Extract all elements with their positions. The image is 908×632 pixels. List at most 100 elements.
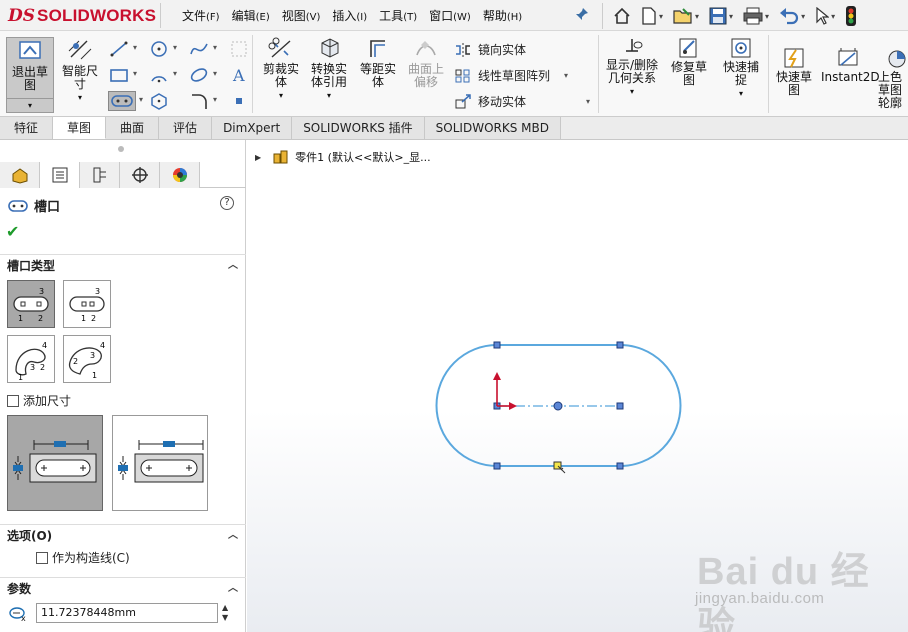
smart-dimension-button[interactable]: 智能尺寸 ▾	[58, 37, 102, 102]
tab-evaluate[interactable]: 评估	[159, 117, 213, 139]
options-section-header[interactable]: 选项(O) ︿	[0, 524, 246, 546]
centerpoint-arc-slot-option[interactable]: 4 2 3 1	[63, 335, 111, 383]
ok-check-icon[interactable]: ✔	[6, 222, 19, 241]
tab-dimxpert-manager[interactable]	[120, 162, 160, 188]
slot-center-handle[interactable]	[616, 402, 624, 410]
fillet-tool-icon[interactable]	[188, 91, 210, 111]
slot-type-section-header[interactable]: 槽口类型 ︿	[0, 254, 246, 276]
circle-tool-icon[interactable]	[148, 39, 170, 59]
chevron-down-icon[interactable]: ▾	[213, 69, 217, 78]
shade-sketch-contours-button[interactable]: 上色草图轮廓	[878, 47, 908, 113]
quick-snaps-button[interactable]: 快速捕捉 ▾	[718, 37, 764, 113]
tab-solidworks-addins[interactable]: SOLIDWORKS 插件	[292, 117, 425, 139]
repair-sketch-button[interactable]: 修复草图	[666, 37, 712, 113]
tab-sketch[interactable]: 草图	[53, 117, 107, 139]
slot-endpoint-handle[interactable]	[616, 341, 624, 349]
chevron-down-icon[interactable]: ▾	[564, 71, 568, 80]
graphics-area[interactable]: ▶ 零件1 (默认<<默认>_显... Bai du 经验 jingyan.ba…	[247, 140, 908, 632]
slot-midpoint-handle[interactable]	[553, 401, 563, 411]
rapid-sketch-button[interactable]: 快速草图	[772, 47, 816, 113]
checkbox-box[interactable]	[36, 551, 48, 564]
chevron-down-icon[interactable]: ▾	[659, 12, 663, 21]
chevron-down-icon[interactable]: ▾	[306, 89, 352, 102]
tab-solidworks-mbd[interactable]: SOLIDWORKS MBD	[424, 117, 561, 139]
slot-endpoint-handle[interactable]	[493, 462, 501, 470]
chevron-down-icon[interactable]: ▾	[729, 12, 733, 21]
tab-features[interactable]: 特征	[0, 117, 54, 139]
menu-insert[interactable]: 插入(I)	[332, 7, 367, 24]
spline-tool-icon[interactable]	[188, 39, 210, 59]
collapse-icon[interactable]: ︿	[228, 578, 238, 600]
slot-tool-icon[interactable]	[108, 91, 136, 111]
trim-entities-button[interactable]: 剪裁实体 ▾	[258, 37, 304, 113]
chevron-down-icon[interactable]: ▾	[718, 87, 764, 100]
exit-sketch-button[interactable]: 退出草图 ▾	[6, 37, 54, 113]
polygon-tool-icon[interactable]	[148, 91, 170, 111]
3-point-arc-slot-option[interactable]: 4 1 3 2	[7, 335, 55, 383]
overall-length-dimension-option[interactable]	[112, 415, 208, 511]
straight-slot-option[interactable]: 3 1 2	[7, 280, 55, 328]
undo-icon[interactable]: ▾	[779, 7, 805, 25]
arc-tool-icon[interactable]	[148, 65, 170, 85]
menu-view[interactable]: 视图(V)	[282, 7, 321, 24]
move-entities-button[interactable]: 移动实体 ▾	[454, 93, 590, 110]
chevron-down-icon[interactable]: ▾	[831, 12, 835, 21]
chevron-down-icon[interactable]: ▾	[801, 12, 805, 21]
slot-endpoint-handle[interactable]	[493, 341, 501, 349]
convert-entities-button[interactable]: 转换实体引用 ▾	[306, 37, 352, 113]
tab-feature-manager[interactable]	[0, 162, 40, 188]
chevron-down-icon[interactable]: ▾	[586, 97, 590, 106]
pin-icon[interactable]	[575, 7, 589, 25]
rectangle-tool-icon[interactable]	[108, 65, 130, 85]
panel-grip-handle[interactable]	[118, 146, 124, 152]
print-icon[interactable]: ▾	[743, 7, 769, 25]
chevron-down-icon[interactable]: ▾	[173, 69, 177, 78]
centerpoint-straight-slot-option[interactable]: 3 1 2	[63, 280, 111, 328]
chevron-down-icon[interactable]: ▾	[765, 12, 769, 21]
save-icon[interactable]: ▾	[709, 7, 733, 25]
surface-offset-button[interactable]: 曲面上偏移	[404, 37, 448, 103]
chevron-down-icon[interactable]: ▾	[213, 95, 217, 104]
solidworks-logo[interactable]: DS SOLIDWORKS	[8, 4, 156, 28]
parameters-section-header[interactable]: 参数 ︿	[0, 577, 246, 599]
display-delete-relations-button[interactable]: 显示/删除几何关系 ▾	[602, 37, 662, 113]
home-icon[interactable]	[613, 7, 631, 25]
tab-display-manager[interactable]	[160, 162, 200, 188]
linear-sketch-pattern-button[interactable]: 线性草图阵列 ▾	[454, 67, 568, 84]
menu-window[interactable]: 窗口(W)	[429, 7, 471, 24]
chevron-down-icon[interactable]: ▾	[173, 43, 177, 52]
open-folder-icon[interactable]: ▾	[673, 7, 699, 25]
chevron-down-icon[interactable]: ▾	[602, 85, 662, 98]
menu-file[interactable]: 文件(F)	[182, 7, 220, 24]
collapse-icon[interactable]: ︿	[228, 255, 238, 277]
chevron-down-icon[interactable]: ▾	[258, 89, 304, 102]
slot-parameter-input[interactable]: 11.72378448mm	[36, 603, 218, 623]
tab-surfaces[interactable]: 曲面	[106, 117, 160, 139]
menu-help[interactable]: 帮助(H)	[483, 7, 522, 24]
menu-tools[interactable]: 工具(T)	[379, 7, 417, 24]
chevron-down-icon[interactable]: ▾	[7, 98, 53, 112]
slot-endpoint-handle[interactable]	[616, 462, 624, 470]
mirror-entities-button[interactable]: 镜向实体	[454, 41, 526, 58]
offset-entities-button[interactable]: 等距实体	[356, 37, 400, 103]
center-to-center-dimension-option[interactable]	[7, 415, 103, 511]
tab-dimxpert[interactable]: DimXpert	[212, 117, 293, 139]
traffic-light-icon[interactable]	[845, 6, 857, 26]
chevron-down-icon[interactable]: ▾	[139, 95, 143, 104]
tab-property-manager[interactable]	[40, 162, 80, 188]
select-cursor-icon[interactable]: ▾	[815, 7, 835, 25]
line-tool-icon[interactable]	[108, 39, 130, 59]
help-icon[interactable]: ?	[220, 196, 234, 210]
chevron-down-icon[interactable]: ▾	[213, 43, 217, 52]
menu-edit[interactable]: 编辑(E)	[232, 7, 270, 24]
chevron-down-icon[interactable]: ▾	[133, 69, 137, 78]
for-construction-checkbox[interactable]: 作为构造线(C)	[36, 549, 130, 566]
checkbox-box[interactable]	[7, 394, 19, 407]
construction-geometry-icon[interactable]	[228, 39, 250, 59]
tab-configuration-manager[interactable]	[80, 162, 120, 188]
new-document-icon[interactable]: ▾	[641, 7, 663, 25]
spin-arrows-icon[interactable]: ▲ ▼	[222, 603, 228, 623]
text-tool-icon[interactable]: A	[228, 65, 250, 85]
point-tool-icon[interactable]	[228, 91, 250, 111]
instant2d-button[interactable]: Instant2D	[820, 47, 880, 113]
